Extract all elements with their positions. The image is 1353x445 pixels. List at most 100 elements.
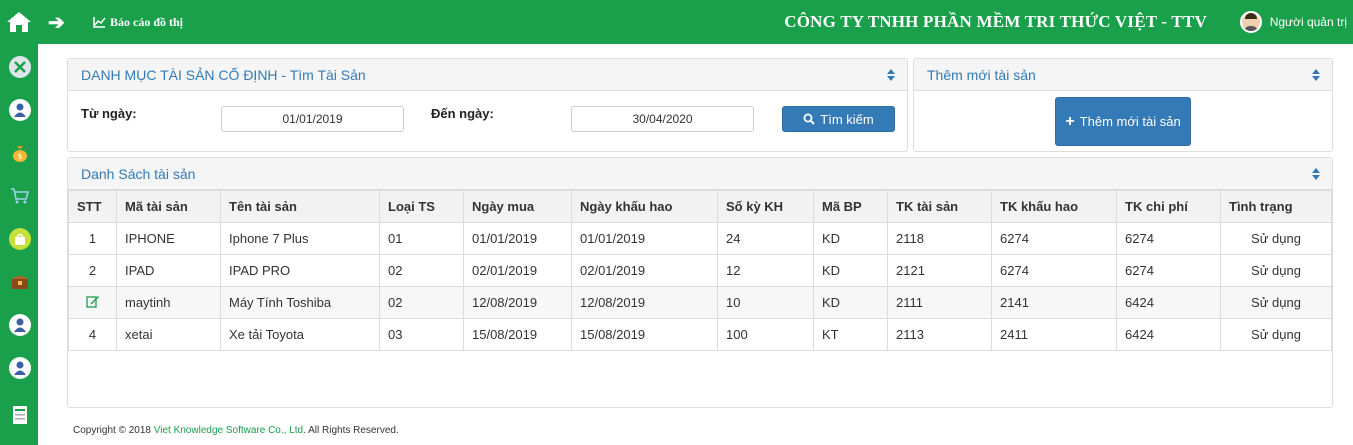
top-navbar: ➔ Báo cáo đồ thị CÔNG TY TNHH PHẦN MỀM T…: [0, 0, 1353, 44]
cell-ten: Máy Tính Toshiba: [220, 286, 380, 319]
cell-tk-kh: 6274: [991, 222, 1117, 255]
cell-tk-kh: 2141: [991, 286, 1117, 319]
cell-stt: 2: [68, 254, 117, 287]
cell-tk-cp: 6424: [1116, 286, 1221, 319]
user-icon[interactable]: [9, 314, 31, 336]
column-header[interactable]: TK khấu hao: [991, 190, 1117, 223]
cell-ngay-kh: 02/01/2019: [571, 254, 718, 287]
cell-ngay-kh: 01/01/2019: [571, 222, 718, 255]
cell-tinh-trang: Sử dụng: [1220, 318, 1332, 351]
collapse-toggle-icon[interactable]: [887, 69, 895, 81]
cell-tinh-trang: Sử dụng: [1220, 254, 1332, 287]
cell-ngay-kh: 12/08/2019: [571, 286, 718, 319]
collapse-toggle-icon[interactable]: [1312, 69, 1320, 81]
tools-icon[interactable]: [9, 56, 31, 78]
cell-tinh-trang: Sử dụng: [1220, 222, 1332, 255]
cart-icon[interactable]: [9, 185, 31, 207]
search-icon: [803, 113, 815, 125]
treasure-chest-icon[interactable]: [9, 271, 31, 293]
cell-tinh-trang: Sử dụng: [1220, 286, 1332, 319]
cell-tk-cp: 6424: [1116, 318, 1221, 351]
table-row[interactable]: maytinh Máy Tính Toshiba 02 12/08/2019 1…: [68, 286, 1332, 319]
asset-list-header[interactable]: Danh Sách tài sản: [68, 158, 1332, 190]
cell-ngay-mua: 15/08/2019: [463, 318, 572, 351]
cell-so-ky: 10: [717, 286, 814, 319]
cell-ma: IPAD: [116, 254, 221, 287]
report-chart-link[interactable]: Báo cáo đồ thị: [93, 0, 183, 44]
cell-ma-bp: KD: [813, 222, 888, 255]
add-asset-button[interactable]: + Thêm mới tài sản: [1055, 97, 1191, 146]
column-header[interactable]: STT: [68, 190, 117, 223]
add-asset-button-label: Thêm mới tài sản: [1079, 114, 1181, 129]
svg-text:$: $: [17, 152, 22, 161]
tax-document-icon[interactable]: [9, 404, 31, 426]
home-button[interactable]: [0, 0, 38, 44]
table-header-row: STT Mã tài sản Tên tài sản Loại TS Ngày …: [68, 190, 1332, 223]
cell-ngay-kh: 15/08/2019: [571, 318, 718, 351]
cell-tk-ts: 2113: [887, 318, 992, 351]
search-button[interactable]: Tìm kiếm: [782, 106, 895, 132]
add-panel: Thêm mới tài sản + Thêm mới tài sản: [913, 58, 1333, 152]
cell-stt: [68, 286, 117, 319]
column-header[interactable]: Mã tài sản: [116, 190, 221, 223]
column-header[interactable]: Ngày mua: [463, 190, 572, 223]
cell-loai: 01: [379, 222, 464, 255]
cell-ma: xetai: [116, 318, 221, 351]
to-date-input[interactable]: [571, 106, 754, 132]
shopping-bag-icon[interactable]: [9, 228, 31, 250]
edit-icon[interactable]: [85, 294, 100, 308]
table-row[interactable]: 1 IPHONE Iphone 7 Plus 01 01/01/2019 01/…: [68, 222, 1332, 255]
cell-so-ky: 12: [717, 254, 814, 287]
cell-ten: IPAD PRO: [220, 254, 380, 287]
cell-ma: maytinh: [116, 286, 221, 319]
cell-tk-ts: 2111: [887, 286, 992, 319]
table-row[interactable]: 4 xetai Xe tải Toyota 03 15/08/2019 15/0…: [68, 318, 1332, 351]
column-header[interactable]: Tên tài sản: [220, 190, 380, 223]
cell-tk-kh: 2411: [991, 318, 1117, 351]
cell-ma-bp: KT: [813, 318, 888, 351]
column-header[interactable]: Số kỳ KH: [717, 190, 814, 223]
from-date-input[interactable]: [221, 106, 404, 132]
add-panel-header[interactable]: Thêm mới tài sản: [914, 59, 1332, 91]
rights-text: All Rights Reserved.: [308, 425, 399, 436]
cell-ngay-mua: 01/01/2019: [463, 222, 572, 255]
company-name: CÔNG TY TNHH PHẦN MỀM TRI THỨC VIỆT - TT…: [784, 12, 1207, 31]
asset-list-title: Danh Sách tài sản: [81, 165, 196, 182]
user-name: Người quản trị: [1269, 15, 1347, 29]
table-row[interactable]: 2 IPAD IPAD PRO 02 02/01/2019 02/01/2019…: [68, 254, 1332, 287]
search-panel-header[interactable]: DANH MỤC TÀI SẢN CỐ ĐỊNH - Tìm Tài Sản: [68, 59, 907, 91]
cell-ma-bp: KD: [813, 286, 888, 319]
cell-ten: Xe tải Toyota: [220, 318, 380, 351]
toggle-sidebar-button[interactable]: ➔: [48, 0, 65, 44]
report-chart-label: Báo cáo đồ thị: [110, 14, 184, 29]
user-menu[interactable]: Người quản trị: [1239, 0, 1347, 44]
home-icon: [7, 12, 31, 32]
line-chart-icon: [93, 16, 106, 28]
column-header[interactable]: TK chi phí: [1116, 190, 1221, 223]
cell-loai: 02: [379, 286, 464, 319]
cell-stt: 4: [68, 318, 117, 351]
copyright-text: Copyright © 2018: [73, 425, 151, 436]
cell-tk-kh: 6274: [991, 254, 1117, 287]
column-header[interactable]: Mã BP: [813, 190, 888, 223]
cell-tk-ts: 2121: [887, 254, 992, 287]
to-date-label: Đến ngày:: [431, 106, 494, 121]
asset-table: STT Mã tài sản Tên tài sản Loại TS Ngày …: [68, 190, 1332, 351]
collapse-toggle-icon[interactable]: [1312, 168, 1320, 180]
footer: Copyright © 2018 Viet Knowledge Software…: [73, 425, 399, 436]
cell-tk-cp: 6274: [1116, 254, 1221, 287]
column-header[interactable]: Tình trạng: [1220, 190, 1332, 223]
company-link[interactable]: Viet Knowledge Software Co., Ltd.: [154, 425, 306, 436]
cell-stt: 1: [68, 222, 117, 255]
cell-so-ky: 100: [717, 318, 814, 351]
sidebar: $: [0, 44, 38, 445]
column-header[interactable]: Loại TS: [379, 190, 464, 223]
user-icon[interactable]: [9, 357, 31, 379]
search-panel-title: DANH MỤC TÀI SẢN CỐ ĐỊNH - Tìm Tài Sản: [81, 66, 366, 83]
user-icon[interactable]: [9, 99, 31, 121]
column-header[interactable]: Ngày khấu hao: [571, 190, 718, 223]
from-date-label: Từ ngày:: [81, 106, 137, 121]
money-bag-icon[interactable]: $: [9, 142, 31, 164]
column-header[interactable]: TK tài sản: [887, 190, 992, 223]
arrow-right-icon: ➔: [48, 11, 65, 34]
